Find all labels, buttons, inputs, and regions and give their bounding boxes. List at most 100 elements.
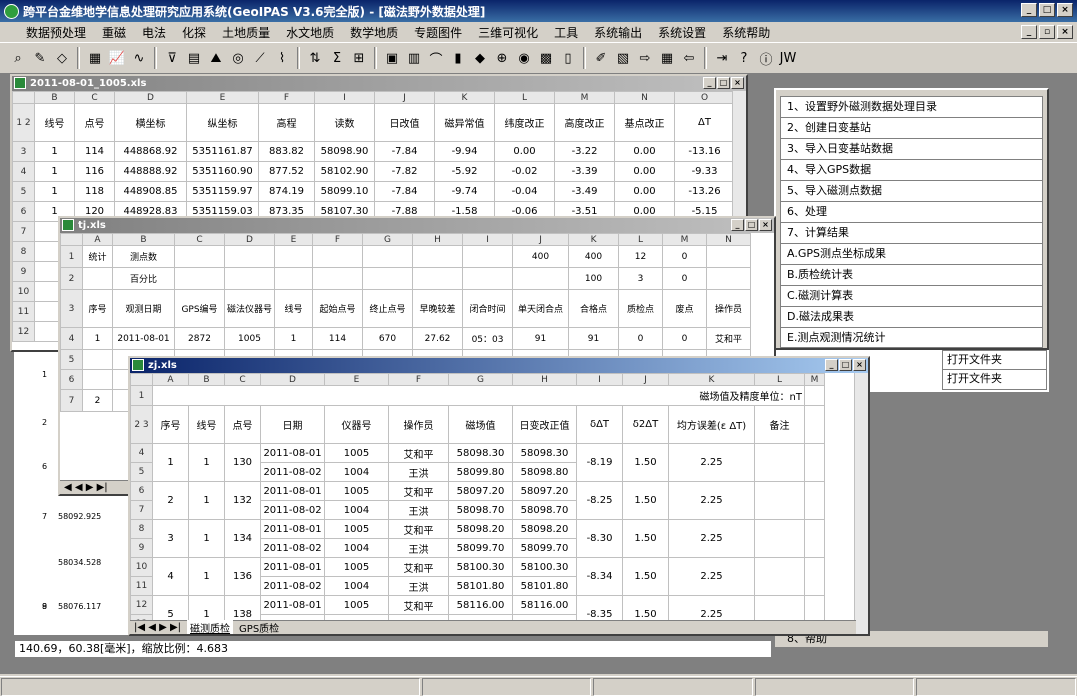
table-cell[interactable]: 闭合时间 (462, 289, 514, 328)
col-header[interactable]: F (312, 233, 364, 246)
table-cell[interactable]: 序号 (82, 289, 113, 328)
table-cell[interactable]: 2011-08-02 (260, 538, 325, 558)
table-cell[interactable] (223, 245, 276, 268)
win1-restore[interactable]: □ (717, 77, 730, 89)
close-button[interactable]: × (1057, 3, 1073, 17)
table-cell[interactable]: 磁法仪器号 (223, 289, 276, 328)
table-cell[interactable] (362, 245, 414, 268)
row-header[interactable]: 12 (12, 321, 35, 342)
table-cell[interactable]: 136 (224, 557, 261, 596)
table-cell[interactable]: 艾和平 (388, 519, 449, 539)
process-step-5[interactable]: 6、处理 (780, 201, 1043, 222)
col-header[interactable]: B (34, 91, 75, 104)
table-cell[interactable]: -8.30 (576, 519, 623, 558)
table-cell[interactable]: 2872 (174, 327, 225, 350)
table-cell[interactable]: 1005 (324, 443, 389, 463)
maximize-button[interactable]: □ (1039, 3, 1055, 17)
process-step-4[interactable]: 5、导入磁测点数据 (780, 180, 1043, 201)
table-cell[interactable]: 5351159.97 (186, 181, 259, 202)
header-cell[interactable]: 操作员 (388, 405, 449, 444)
table-cell[interactable]: 3 (152, 519, 189, 558)
col-header[interactable]: K (668, 373, 755, 386)
row-header[interactable]: 10 (12, 281, 35, 302)
menu-item-12[interactable]: 系统帮助 (714, 24, 778, 41)
header-cell[interactable]: δ2ΔT (622, 405, 669, 444)
row-header[interactable]: 3 (60, 289, 83, 328)
row-header[interactable]: 12 (130, 595, 153, 615)
table-cell[interactable]: 操作员 (706, 289, 752, 328)
table-cell[interactable] (706, 267, 752, 290)
win1-close[interactable]: × (731, 77, 744, 89)
table-cell[interactable]: 874.19 (258, 181, 315, 202)
row-header[interactable]: 1 (60, 245, 83, 268)
col-header[interactable]: K (434, 91, 495, 104)
row-header[interactable]: 1 2 (12, 103, 35, 142)
col-header[interactable]: D (223, 233, 276, 246)
win2-titlebar[interactable]: tj.xls _ □ × (60, 218, 774, 233)
process-step-3[interactable]: 4、导入GPS数据 (780, 159, 1043, 180)
table-cell[interactable] (412, 245, 464, 268)
table-cell[interactable]: -9.74 (434, 181, 495, 202)
line-chart-icon[interactable]: ⌒ (426, 48, 446, 68)
table-cell[interactable]: 0.00 (614, 181, 675, 202)
table-cell[interactable] (82, 267, 113, 290)
table-cell[interactable] (512, 267, 570, 290)
table-cell[interactable]: 58101.80 (512, 576, 577, 596)
menu-item-9[interactable]: 工具 (546, 24, 586, 41)
col-header[interactable]: I (462, 233, 514, 246)
col-header[interactable]: B (112, 233, 175, 246)
table-cell[interactable]: 1004 (324, 462, 389, 482)
export-icon[interactable]: ⇨ (635, 48, 655, 68)
col-header[interactable]: O (674, 91, 735, 104)
table-cell[interactable]: 艾和平 (388, 557, 449, 577)
process-step-6[interactable]: 7、计算结果 (780, 222, 1043, 243)
target-icon[interactable]: ◉ (514, 48, 534, 68)
row-header[interactable]: 8 (12, 241, 35, 262)
col-header[interactable]: J (374, 91, 435, 104)
header-cell[interactable]: 横坐标 (114, 103, 187, 142)
table-cell[interactable]: -8.34 (576, 557, 623, 596)
table-cell[interactable]: -3.39 (554, 161, 615, 182)
table-cell[interactable]: 百分比 (112, 267, 175, 290)
row-header[interactable]: 6 (12, 201, 35, 222)
table-cell[interactable]: 0.00 (494, 141, 555, 162)
table-cell[interactable]: 王洪 (388, 500, 449, 520)
row-header[interactable]: 10 (130, 557, 153, 577)
table-cell[interactable]: 58100.30 (512, 557, 577, 577)
curve-icon[interactable]: ∿ (129, 48, 149, 68)
col-header[interactable]: D (260, 373, 325, 386)
table-cell[interactable]: 废点 (662, 289, 708, 328)
table-cell[interactable]: 统计 (82, 245, 113, 268)
import-icon[interactable]: ⇦ (679, 48, 699, 68)
table-cell[interactable] (174, 267, 225, 290)
col-header[interactable]: H (512, 373, 577, 386)
table-cell[interactable]: -0.02 (494, 161, 555, 182)
table-cell[interactable]: 艾和平 (706, 327, 752, 350)
table-cell[interactable]: 测点数 (112, 245, 175, 268)
jw-icon[interactable]: JW (778, 48, 798, 68)
row-header[interactable]: 7 (130, 500, 153, 520)
row-header[interactable]: 2 (60, 267, 83, 290)
menu-item-10[interactable]: 系统输出 (586, 24, 650, 41)
header-cell[interactable]: 线号 (188, 405, 225, 444)
table-cell[interactable]: 883.82 (258, 141, 315, 162)
table-cell[interactable] (754, 519, 805, 558)
table-cell[interactable]: 终止点号 (362, 289, 414, 328)
info-icon[interactable]: ⓘ (756, 48, 776, 68)
tab-nav-arrows[interactable]: |◀ ◀ ▶ ▶| (134, 622, 181, 633)
image-icon[interactable]: ▧ (613, 48, 633, 68)
mdi-close-button[interactable]: × (1057, 25, 1073, 39)
table-cell[interactable]: 2011-08-01 (260, 557, 325, 577)
tab-cece[interactable]: 磁测质检 (187, 620, 234, 634)
table-cell[interactable] (804, 519, 825, 558)
table-cell[interactable]: -8.19 (576, 443, 623, 482)
header-cell[interactable]: 线号 (34, 103, 75, 142)
table-cell[interactable]: 58116.00 (448, 595, 513, 615)
menu-item-11[interactable]: 系统设置 (650, 24, 714, 41)
table-cell[interactable]: 3 (618, 267, 664, 290)
mdi-minimize-button[interactable]: _ (1021, 25, 1037, 39)
table-cell[interactable]: 1004 (324, 500, 389, 520)
table-cell[interactable]: 58101.80 (448, 576, 513, 596)
table-cell[interactable] (412, 267, 464, 290)
table-cell[interactable]: -7.84 (374, 141, 435, 162)
